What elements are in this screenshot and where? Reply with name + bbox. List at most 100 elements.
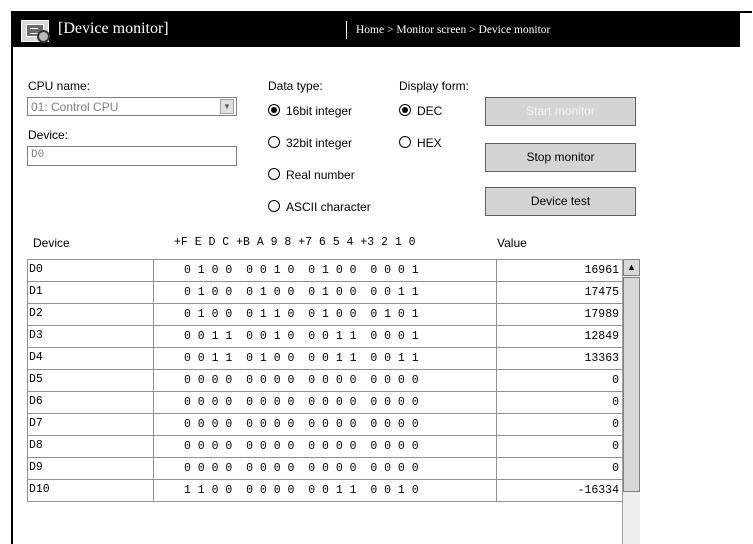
device-cell: D1 xyxy=(27,281,154,304)
device-text: D5 xyxy=(29,373,43,386)
bits-text: 0 0 1 1 0 1 0 0 0 0 1 1 0 0 1 1 xyxy=(184,352,419,365)
title-separator xyxy=(346,21,347,39)
radio-label: 32bit integer xyxy=(286,136,353,150)
value-cell: 12849 xyxy=(496,325,623,348)
radio-empty-icon xyxy=(268,168,280,180)
device-label: Device: xyxy=(28,128,69,142)
column-header-bits: +F E D C +B A 9 8 +7 6 5 4 +3 2 1 0 xyxy=(174,236,416,249)
device-text: D9 xyxy=(29,461,43,474)
column-header-value: Value xyxy=(497,236,527,250)
bits-cell: 0 0 0 0 0 0 0 0 0 0 0 0 0 0 0 0 xyxy=(153,369,497,392)
value-text: 0 xyxy=(612,462,619,475)
value-cell: 0 xyxy=(496,369,623,392)
value-text: 17475 xyxy=(584,286,619,299)
device-text: D0 xyxy=(29,263,43,276)
value-cell: -16334 xyxy=(496,479,623,502)
cpu-name-select[interactable]: 01: Control CPU ▼ xyxy=(27,97,237,116)
device-text: D4 xyxy=(29,351,43,364)
breadcrumb: Home > Monitor screen > Device monitor xyxy=(356,24,551,36)
device-cell: D4 xyxy=(27,347,154,370)
stop-monitor-button[interactable]: Stop monitor xyxy=(485,143,636,172)
device-cell: D3 xyxy=(27,325,154,348)
device-text: D3 xyxy=(29,329,43,342)
table-row[interactable]: D0 0 1 0 0 0 0 1 0 0 1 0 0 0 0 0 1 16961 xyxy=(27,259,623,282)
radio-selected-icon xyxy=(399,104,411,116)
bits-text: 0 1 0 0 0 0 1 0 0 1 0 0 0 0 0 1 xyxy=(184,264,419,277)
value-text: 17989 xyxy=(584,308,619,321)
start-monitor-label: Start monitor xyxy=(526,104,595,118)
radio-ascii-character[interactable]: ASCII character xyxy=(268,200,371,216)
device-text: D8 xyxy=(29,439,43,452)
radio-empty-icon xyxy=(268,200,280,212)
bits-cell: 0 0 1 1 0 0 1 0 0 0 1 1 0 0 0 1 xyxy=(153,325,497,348)
device-cell: D7 xyxy=(27,413,154,436)
device-cell: D5 xyxy=(27,369,154,392)
value-cell: 0 xyxy=(496,391,623,414)
device-cell: D2 xyxy=(27,303,154,326)
start-monitor-button[interactable]: Start monitor xyxy=(485,97,636,126)
device-cell: D9 xyxy=(27,457,154,480)
bits-text: 1 1 0 0 0 0 0 0 0 0 1 1 0 0 1 0 xyxy=(184,484,419,497)
value-text: 0 xyxy=(612,418,619,431)
bits-text: 0 0 0 0 0 0 0 0 0 0 0 0 0 0 0 0 xyxy=(184,462,419,475)
bits-text: 0 0 0 0 0 0 0 0 0 0 0 0 0 0 0 0 xyxy=(184,396,419,409)
bits-cell: 0 0 0 0 0 0 0 0 0 0 0 0 0 0 0 0 xyxy=(153,391,497,414)
monitor-screen-icon xyxy=(21,20,50,43)
radio-dec[interactable]: DEC xyxy=(399,104,442,120)
device-input[interactable]: D0 xyxy=(27,146,237,166)
device-cell: D10 xyxy=(27,479,154,502)
radio-selected-icon xyxy=(268,104,280,116)
device-test-button[interactable]: Device test xyxy=(485,187,636,216)
chevron-down-icon[interactable]: ▼ xyxy=(220,99,234,114)
bits-text: 0 1 0 0 0 1 0 0 0 1 0 0 0 0 1 1 xyxy=(184,286,419,299)
value-cell: 0 xyxy=(496,413,623,436)
table-row[interactable]: D7 0 0 0 0 0 0 0 0 0 0 0 0 0 0 0 0 0 xyxy=(27,413,623,436)
radio-label: 16bit integer xyxy=(286,104,353,118)
table-row[interactable]: D5 0 0 0 0 0 0 0 0 0 0 0 0 0 0 0 0 0 xyxy=(27,369,623,392)
radio-label: ASCII character xyxy=(286,200,371,214)
table-row[interactable]: D8 0 0 0 0 0 0 0 0 0 0 0 0 0 0 0 0 0 xyxy=(27,435,623,458)
device-text: D6 xyxy=(29,395,43,408)
device-text: D7 xyxy=(29,417,43,430)
radio-32bit-integer[interactable]: 32bit integer xyxy=(268,136,352,152)
bits-text: 0 1 0 0 0 1 1 0 0 1 0 0 0 1 0 1 xyxy=(184,308,419,321)
value-cell: 0 xyxy=(496,457,623,480)
value-text: 13363 xyxy=(584,352,619,365)
device-text: D10 xyxy=(29,483,50,496)
value-cell: 17475 xyxy=(496,281,623,304)
value-cell: 16961 xyxy=(496,259,623,282)
table-row[interactable]: D2 0 1 0 0 0 1 1 0 0 1 0 0 0 1 0 1 17989 xyxy=(27,303,623,326)
bits-cell: 0 1 0 0 0 1 0 0 0 1 0 0 0 0 1 1 xyxy=(153,281,497,304)
scroll-thumb[interactable] xyxy=(623,277,640,492)
bits-cell: 0 1 0 0 0 1 1 0 0 1 0 0 0 1 0 1 xyxy=(153,303,497,326)
radio-label: DEC xyxy=(417,104,443,118)
column-header-device: Device xyxy=(33,236,70,250)
table-row[interactable]: D10 1 1 0 0 0 0 0 0 0 0 1 1 0 0 1 0 -16334 xyxy=(27,479,623,502)
bits-cell: 0 0 0 0 0 0 0 0 0 0 0 0 0 0 0 0 xyxy=(153,435,497,458)
radio-16bit-integer[interactable]: 16bit integer xyxy=(268,104,352,120)
device-cell: D8 xyxy=(27,435,154,458)
value-text: 0 xyxy=(612,374,619,387)
bits-cell: 0 0 0 0 0 0 0 0 0 0 0 0 0 0 0 0 xyxy=(153,457,497,480)
table-row[interactable]: D3 0 0 1 1 0 0 1 0 0 0 1 1 0 0 0 1 12849 xyxy=(27,325,623,348)
radio-hex[interactable]: HEX xyxy=(399,136,442,152)
radio-label: HEX xyxy=(417,136,442,150)
radio-real-number[interactable]: Real number xyxy=(268,168,355,184)
bits-text: 0 0 0 0 0 0 0 0 0 0 0 0 0 0 0 0 xyxy=(184,374,419,387)
scroll-up-arrow-icon[interactable]: ▲ xyxy=(623,259,640,276)
value-text: 16961 xyxy=(584,264,619,277)
value-text: 0 xyxy=(612,440,619,453)
device-input-value: D0 xyxy=(31,149,45,161)
display-form-label: Display form: xyxy=(399,79,470,93)
table-row[interactable]: D4 0 0 1 1 0 1 0 0 0 0 1 1 0 0 1 1 13363 xyxy=(27,347,623,370)
table-row[interactable]: D1 0 1 0 0 0 1 0 0 0 1 0 0 0 0 1 1 17475 xyxy=(27,281,623,304)
device-table: D0 0 1 0 0 0 0 1 0 0 1 0 0 0 0 0 1 16961 D1… xyxy=(27,259,623,502)
device-text: D1 xyxy=(29,285,43,298)
table-row[interactable]: D9 0 0 0 0 0 0 0 0 0 0 0 0 0 0 0 0 0 xyxy=(27,457,623,480)
vertical-scrollbar[interactable]: ▲ xyxy=(622,259,640,544)
bits-cell: 0 1 0 0 0 0 1 0 0 1 0 0 0 0 0 1 xyxy=(153,259,497,282)
value-text: -16334 xyxy=(577,484,619,497)
device-cell: D6 xyxy=(27,391,154,414)
table-row[interactable]: D6 0 0 0 0 0 0 0 0 0 0 0 0 0 0 0 0 0 xyxy=(27,391,623,414)
bits-text: 0 0 0 0 0 0 0 0 0 0 0 0 0 0 0 0 xyxy=(184,440,419,453)
